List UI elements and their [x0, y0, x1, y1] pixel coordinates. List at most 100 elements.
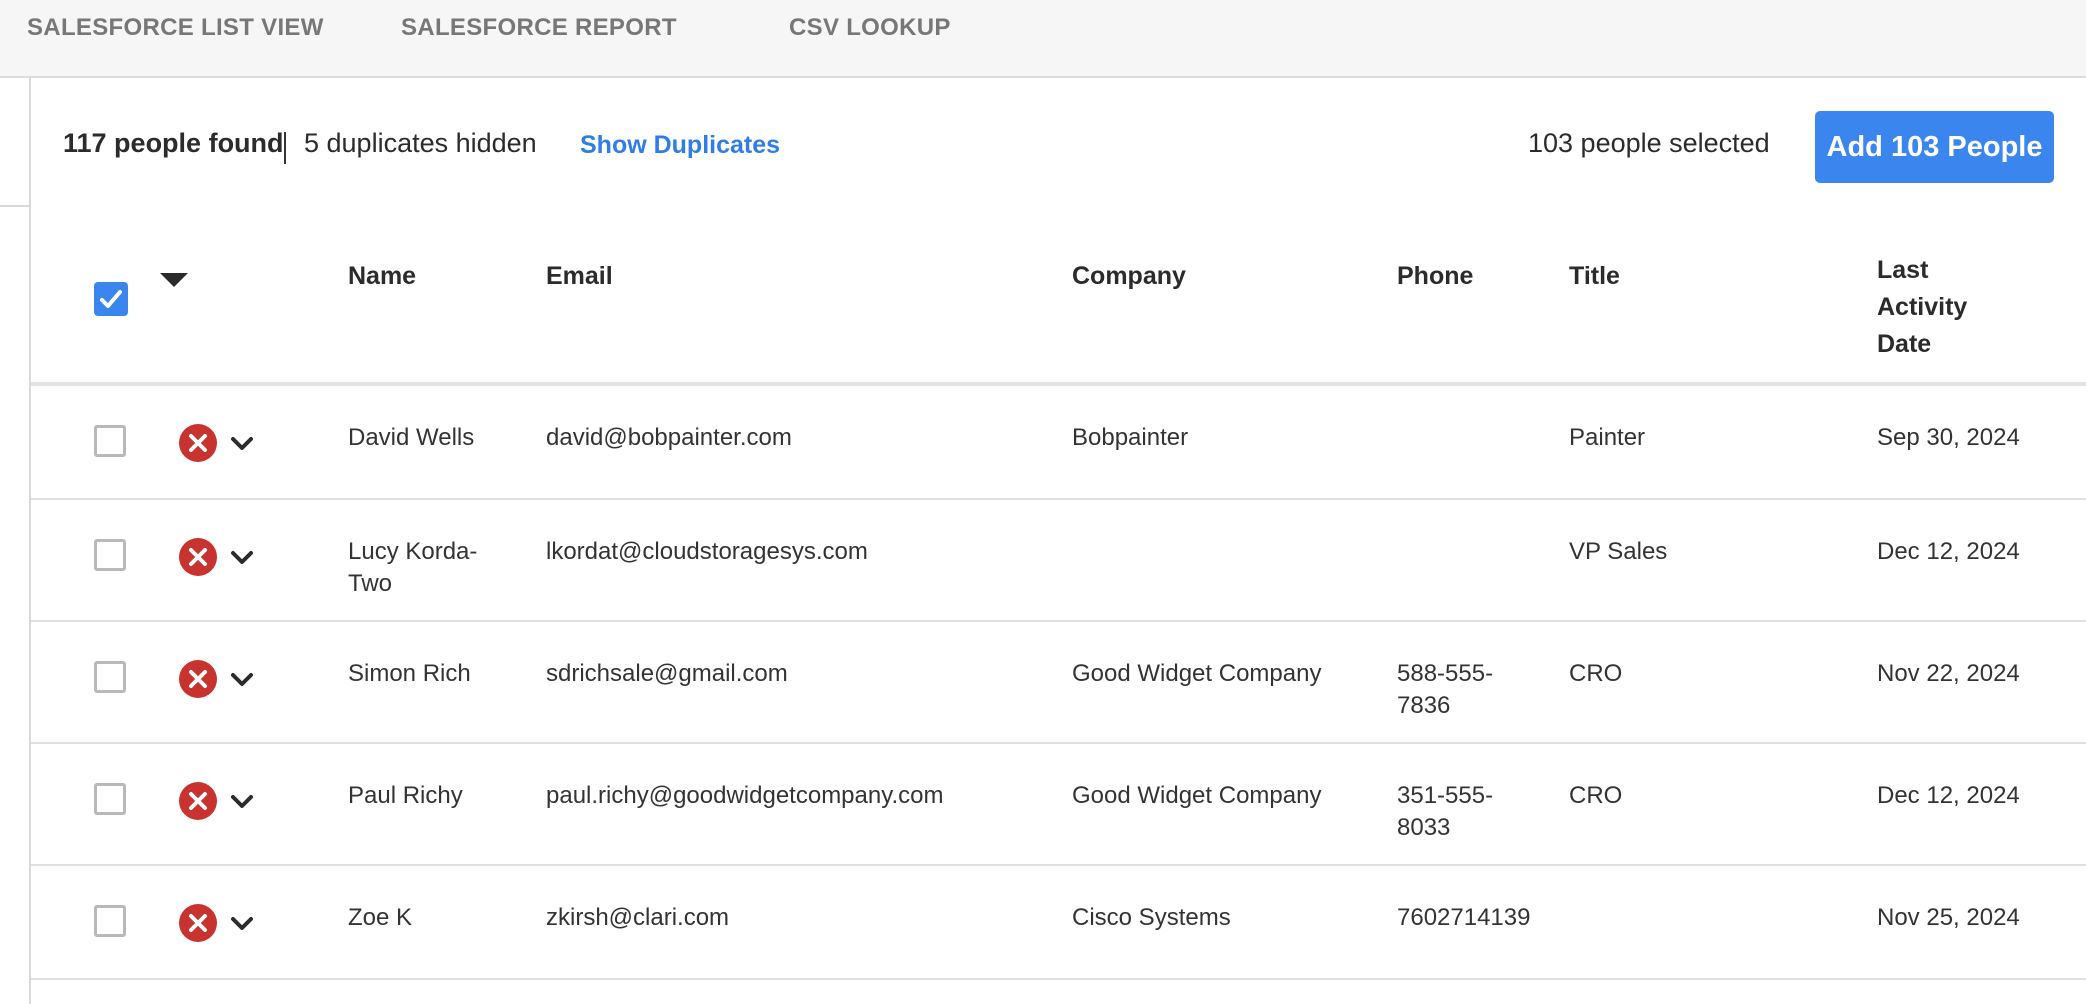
cell-last-activity-date: Dec 12, 2024 — [1877, 536, 2020, 568]
cell-name: David Wells — [348, 422, 474, 454]
column-header-company[interactable]: Company — [1072, 262, 1186, 291]
chevron-down-icon[interactable] — [229, 916, 255, 932]
row-checkbox[interactable] — [94, 783, 126, 815]
cell-last-activity-date-line: Nov 25, 2024 — [1877, 904, 2020, 931]
header-line: Last — [1877, 256, 1929, 284]
table-row: David Wells david@bobpainter.com Bobpainte… — [31, 386, 2086, 500]
tab-salesforce-list-view[interactable]: SALESFORCE LIST VIEW — [27, 14, 324, 42]
column-header-phone[interactable]: Phone — [1397, 262, 1473, 291]
row-checkbox[interactable] — [94, 425, 126, 457]
source-tabs-bar: SALESFORCE LIST VIEW SALESFORCE REPORT C… — [0, 0, 2086, 78]
cell-last-activity-date: Sep 30, 2024 — [1877, 422, 2020, 454]
cell-company: Good Widget Company — [1072, 658, 1321, 690]
remove-circle-icon[interactable] — [179, 782, 217, 820]
column-header-email[interactable]: Email — [546, 262, 613, 291]
cell-company-line: Cisco Systems — [1072, 904, 1231, 931]
cell-email: lkordat@cloudstoragesys.com — [546, 536, 868, 568]
chevron-down-icon[interactable] — [229, 672, 255, 688]
caret-down-icon[interactable] — [160, 273, 188, 287]
cell-title-line: VP Sales — [1569, 538, 1668, 565]
cell-last-activity-date: Nov 22, 2024 — [1877, 658, 2020, 690]
cell-name-line: Lucy Korda- — [348, 538, 478, 565]
remove-circle-icon[interactable] — [179, 660, 217, 698]
remove-circle-icon[interactable] — [179, 538, 217, 576]
cell-title: VP Sales — [1569, 536, 1667, 568]
cell-name: Lucy Korda- Two — [348, 536, 477, 600]
select-all-checkbox[interactable] — [94, 282, 128, 316]
show-duplicates-link[interactable]: Show Duplicates — [580, 131, 780, 160]
cell-phone-line: 7836 — [1397, 692, 1451, 719]
cell-name-line: Two — [348, 570, 393, 597]
close-icon — [189, 434, 207, 452]
cell-last-activity-date-line: Dec 12, 2024 — [1877, 538, 2020, 565]
cell-name: Paul Richy — [348, 780, 463, 812]
cell-title-line: CRO — [1569, 660, 1623, 687]
cell-name-line: Simon Rich — [348, 660, 471, 687]
cell-company-line: Bobpainter — [1072, 424, 1189, 451]
cell-last-activity-date-line: Nov 22, 2024 — [1877, 660, 2020, 687]
cell-phone-line: 7602714139 — [1397, 904, 1531, 931]
table-row: Simon Rich sdrichsale@gmail.com Good Widge… — [31, 622, 2086, 744]
cell-phone: 588-555- 7836 — [1397, 658, 1493, 722]
cell-email: zkirsh@clari.com — [546, 902, 729, 934]
cell-phone: 7602714139 — [1397, 902, 1530, 934]
column-header-title[interactable]: Title — [1569, 262, 1620, 291]
remove-circle-icon[interactable] — [179, 424, 217, 462]
summary-divider — [284, 132, 286, 164]
cell-title-line: Painter — [1569, 424, 1646, 451]
row-checkbox[interactable] — [94, 661, 126, 693]
cell-name-line: Zoe K — [348, 904, 413, 931]
column-header-name[interactable]: Name — [348, 262, 416, 291]
cell-last-activity-date-line: Sep 30, 2024 — [1877, 424, 2020, 451]
chevron-down-icon[interactable] — [229, 794, 255, 810]
chevron-down-icon[interactable] — [229, 436, 255, 452]
cell-company-line: Good Widget Company — [1072, 660, 1322, 687]
cell-email: sdrichsale@gmail.com — [546, 658, 788, 690]
tab-csv-lookup[interactable]: CSV LOOKUP — [789, 14, 951, 42]
row-checkbox[interactable] — [94, 905, 126, 937]
cell-email: paul.richy@goodwidgetcompany.com — [546, 780, 943, 812]
cell-company: Bobpainter — [1072, 422, 1188, 454]
cell-company: Cisco Systems — [1072, 902, 1231, 934]
row-checkbox[interactable] — [94, 539, 126, 571]
cell-phone-line: 351-555- — [1397, 782, 1494, 809]
cell-last-activity-date: Dec 12, 2024 — [1877, 780, 2020, 812]
remove-circle-icon[interactable] — [179, 904, 217, 942]
cell-title: CRO — [1569, 658, 1622, 690]
left-rail — [0, 78, 31, 1004]
cell-name-line: David Wells — [348, 424, 475, 451]
close-icon — [189, 792, 207, 810]
cell-phone-line: 8033 — [1397, 814, 1451, 841]
cell-phone: 351-555- 8033 — [1397, 780, 1493, 844]
close-icon — [189, 670, 207, 688]
cell-last-activity-date: Nov 25, 2024 — [1877, 902, 2020, 934]
checkmark-icon — [100, 290, 122, 308]
add-people-button[interactable]: Add 103 People — [1815, 111, 2054, 183]
cell-name-line: Paul Richy — [348, 782, 463, 809]
table-row: Lucy Korda- Two lkordat@cloudstoragesys.co… — [31, 500, 2086, 622]
cell-name: Simon Rich — [348, 658, 471, 690]
left-rail-divider — [0, 205, 31, 207]
header-line: Date — [1877, 330, 1932, 358]
cell-email-line: david@bobpainter.com — [546, 424, 792, 451]
header-line: Activity — [1877, 293, 1968, 321]
cell-phone-line: 588-555- — [1397, 660, 1494, 687]
cell-email-line: lkordat@cloudstoragesys.com — [546, 538, 868, 565]
people-selected-count: 103 people selected — [1528, 128, 1770, 158]
column-header-last-activity-date[interactable]: Last Activity Date — [1877, 252, 1967, 363]
people-found-count: 117 people found — [63, 128, 284, 158]
cell-email-line: sdrichsale@gmail.com — [546, 660, 788, 687]
cell-title: CRO — [1569, 780, 1622, 812]
cell-company: Good Widget Company — [1072, 780, 1321, 812]
cell-email-line: paul.richy@goodwidgetcompany.com — [546, 782, 944, 809]
cell-email: david@bobpainter.com — [546, 422, 792, 454]
table-row: Paul Richy paul.richy@goodwidgetcompany.c… — [31, 744, 2086, 866]
cell-name: Zoe K — [348, 902, 412, 934]
duplicates-hidden-count: 5 duplicates hidden — [304, 128, 537, 158]
cell-title: Painter — [1569, 422, 1645, 454]
chevron-down-icon[interactable] — [229, 550, 255, 566]
table-row: Zoe K zkirsh@clari.com Cisco Systems 760271… — [31, 866, 2086, 980]
close-icon — [189, 914, 207, 932]
tab-salesforce-report[interactable]: SALESFORCE REPORT — [401, 14, 677, 42]
cell-company-line: Good Widget Company — [1072, 782, 1322, 809]
